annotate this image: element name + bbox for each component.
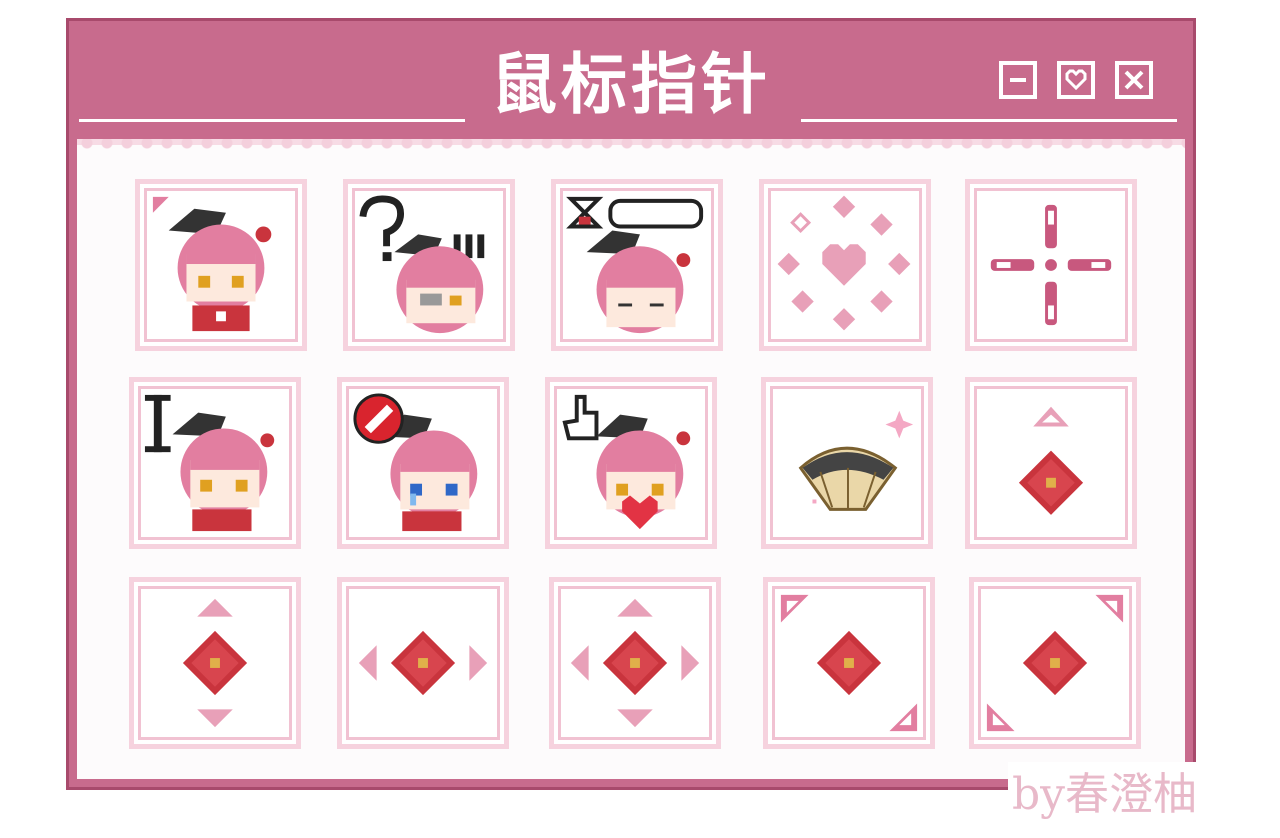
cursor-horizontal-resize[interactable] (337, 577, 509, 749)
minimize-button[interactable] (999, 61, 1037, 99)
character-hourglass-icon (566, 196, 704, 334)
artist-credit: by春澄柚 (1008, 762, 1276, 828)
character-forbidden-icon (353, 393, 478, 532)
gem-horizontal-icon (358, 630, 488, 696)
cursor-unavailable[interactable] (337, 377, 509, 549)
cursor-working-in-background[interactable] (551, 179, 723, 351)
title-bar[interactable]: 鼠标指针 (69, 21, 1193, 143)
gem-up-arrow-icon (1018, 406, 1084, 515)
gem-move-icon (570, 598, 700, 728)
cursor-vertical-resize[interactable] (129, 577, 301, 749)
cursor-move[interactable] (549, 577, 721, 749)
lace-trim (77, 139, 1185, 159)
crosshair-icon (990, 204, 1112, 326)
cursor-diagonal-resize-1[interactable] (763, 577, 935, 749)
cursor-link-select[interactable] (545, 377, 717, 549)
character-ibeam-icon (144, 394, 275, 532)
favorite-button[interactable] (1057, 61, 1095, 99)
cursor-busy[interactable] (759, 179, 931, 351)
cursor-theme-window: 鼠标指针 (66, 18, 1196, 790)
character-icon (152, 196, 272, 332)
cursor-handwriting[interactable] (761, 377, 933, 549)
minimize-icon (1010, 78, 1026, 82)
character-hand-icon (562, 394, 691, 530)
cursor-help-select[interactable] (343, 179, 515, 351)
title-divider-right (801, 119, 1177, 122)
cursor-diagonal-resize-2[interactable] (969, 577, 1141, 749)
cursor-text-select[interactable] (129, 377, 301, 549)
cursor-alternate-select[interactable] (965, 377, 1137, 549)
character-question-icon (359, 195, 485, 334)
heart-spinner-icon (777, 195, 911, 331)
close-button[interactable] (1115, 61, 1153, 99)
cursor-precision-select[interactable] (965, 179, 1137, 351)
fan-icon (798, 410, 914, 511)
gem-diagonal-nesw-icon (986, 594, 1124, 732)
cursor-normal-select[interactable] (135, 179, 307, 351)
cursor-grid-panel (77, 139, 1185, 779)
heart-icon (1065, 69, 1087, 91)
gem-vertical-icon (182, 598, 248, 728)
gem-diagonal-nwse-icon (780, 594, 918, 732)
close-icon (1124, 70, 1144, 90)
